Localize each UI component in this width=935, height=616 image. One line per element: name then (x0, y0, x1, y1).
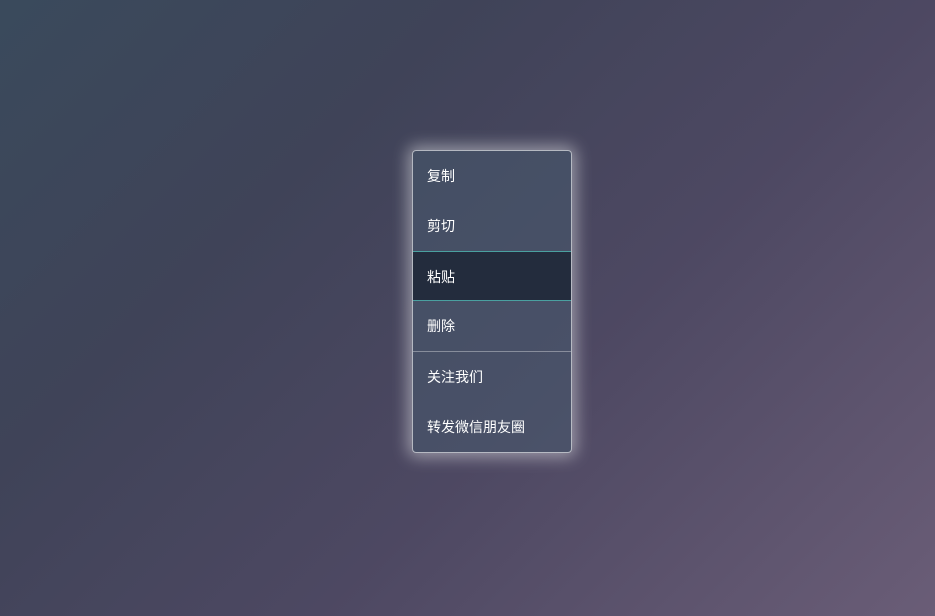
menu-item-cut[interactable]: 剪切 (413, 201, 571, 251)
menu-item-follow-us[interactable]: 关注我们 (413, 352, 571, 402)
menu-item-copy[interactable]: 复制 (413, 151, 571, 201)
menu-group-share: 关注我们 转发微信朋友圈 (413, 352, 571, 452)
menu-item-delete[interactable]: 删除 (413, 301, 571, 351)
menu-item-paste[interactable]: 粘贴 (413, 251, 571, 301)
menu-item-share-to-moments[interactable]: 转发微信朋友圈 (413, 402, 571, 452)
context-menu: 复制 剪切 粘贴 删除 关注我们 转发微信朋友圈 (412, 150, 572, 453)
menu-group-edit: 复制 剪切 粘贴 删除 (413, 151, 571, 352)
